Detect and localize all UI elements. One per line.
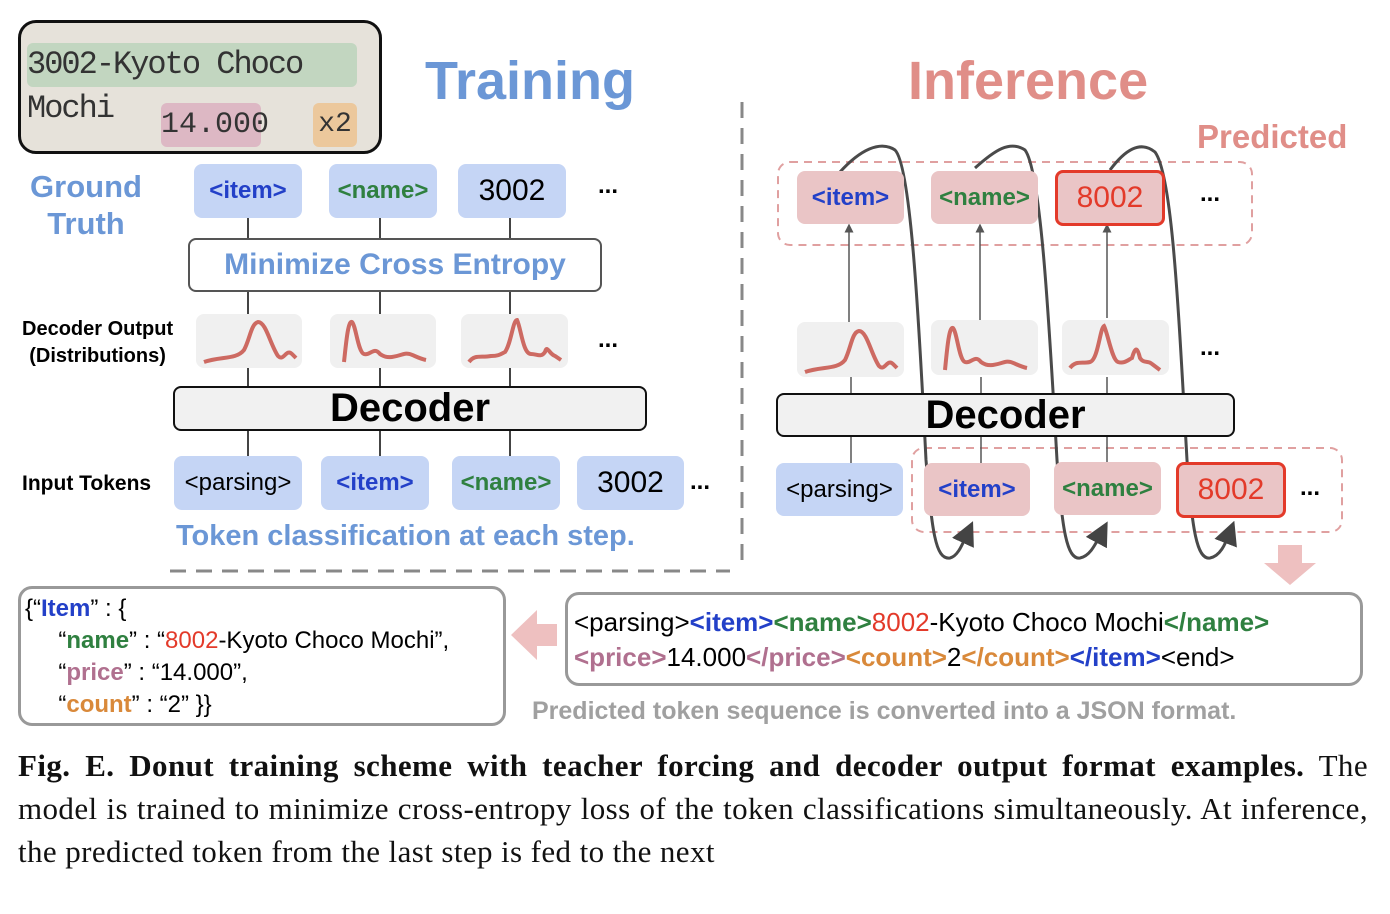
- distribution-plot: [461, 314, 568, 368]
- receipt-count: x2: [313, 103, 357, 147]
- text-segment: <name>: [773, 607, 872, 637]
- inf-input-token-item: <item>: [924, 463, 1030, 516]
- pred-token-item: <item>: [797, 171, 904, 224]
- receipt-price: 14.000: [161, 103, 269, 147]
- label-line: Ground: [30, 169, 142, 204]
- figure-caption: Fig. E. Donut training scheme with teach…: [18, 744, 1368, 873]
- left-arrow-icon: [511, 610, 557, 660]
- training-title: Training: [425, 51, 636, 111]
- pred-token-8002: 8002: [1055, 170, 1165, 226]
- text-segment: <count>: [845, 642, 947, 672]
- text-segment: </name>: [1163, 607, 1270, 637]
- receipt-image: 3002-Kyoto Choco Mochi 14.000 x2: [18, 20, 382, 154]
- text-segment: 14.000: [666, 642, 747, 672]
- text-segment: “: [25, 691, 67, 718]
- text-segment: count: [66, 691, 132, 718]
- text-segment: -Kyoto Choco Mochi: [929, 607, 1164, 637]
- text-segment: <parsing>: [574, 607, 690, 637]
- text-segment: ” : “: [129, 627, 166, 654]
- gt-token-3002: 3002: [458, 164, 566, 218]
- inf-input-token-parsing: <parsing>: [776, 463, 903, 516]
- receipt-name: 3002-Kyoto Choco Mochi: [27, 43, 357, 127]
- caption-title: Fig. E. Donut training scheme with teach…: [18, 748, 1305, 783]
- text-segment: ” : “14.000”,: [123, 659, 248, 686]
- text-segment: </price>: [746, 642, 846, 672]
- label-line: (Distributions): [29, 345, 166, 367]
- decoder-output-label: Decoder Output (Distributions): [22, 316, 173, 370]
- inf-input-token-name: <name>: [1054, 462, 1161, 515]
- text-segment: -Kyoto Choco Mochi”,: [218, 627, 450, 654]
- token-classification-note: Token classification at each step.: [176, 520, 635, 552]
- json-line: {“Item” : {: [25, 593, 503, 625]
- text-segment: price: [66, 659, 124, 686]
- text-segment: {“: [25, 595, 42, 622]
- donut-figure: 3002-Kyoto Choco Mochi 14.000 x2 Trainin…: [0, 0, 1390, 914]
- inf-input-token-8002: 8002: [1176, 462, 1286, 518]
- gt-token-name: <name>: [329, 164, 437, 218]
- json-output-box: {“Item” : { “name” : “8002-Kyoto Choco M…: [18, 586, 506, 726]
- json-line: “name” : “8002-Kyoto Choco Mochi”,: [25, 625, 503, 657]
- input-token-item: <item>: [321, 456, 429, 510]
- down-arrow-icon: [1264, 545, 1316, 585]
- text-segment: “: [25, 659, 67, 686]
- conversion-note: Predicted token sequence is converted in…: [532, 697, 1237, 725]
- text-segment: <item>: [689, 607, 774, 637]
- text-segment: <end>: [1160, 642, 1235, 672]
- text-segment: name: [66, 627, 130, 654]
- text-segment: <price>: [574, 642, 667, 672]
- inference-title: Inference: [908, 51, 1149, 111]
- ground-truth-label: Ground Truth: [28, 168, 144, 242]
- gt-ellipsis: ...: [598, 172, 619, 199]
- inf-input-ellipsis: ...: [1300, 474, 1321, 501]
- input-ellipsis: ...: [690, 468, 711, 495]
- json-line: “price” : “14.000”,: [25, 657, 503, 689]
- distribution-plot: [196, 314, 302, 368]
- input-token-name: <name>: [452, 456, 560, 510]
- distribution-ellipsis: ...: [1200, 334, 1221, 361]
- text-segment: ” : “2” }}: [131, 691, 212, 718]
- text-segment: 8002: [871, 607, 930, 637]
- pred-token-name: <name>: [931, 171, 1038, 224]
- inference-decoder: Decoder: [776, 393, 1235, 437]
- distribution-ellipsis: ...: [598, 326, 619, 353]
- training-decoder: Decoder: [173, 386, 647, 431]
- token-sequence-box: <parsing><item><name>8002-Kyoto Choco Mo…: [565, 592, 1363, 686]
- label-line: Decoder Output: [22, 318, 174, 340]
- gt-token-item: <item>: [194, 164, 302, 218]
- distribution-plot: [330, 314, 436, 368]
- text-segment: Item: [41, 595, 91, 622]
- loss-box: Minimize Cross Entropy: [188, 238, 602, 292]
- pred-ellipsis: ...: [1200, 180, 1221, 207]
- input-token-3002: 3002: [577, 456, 684, 510]
- text-segment: ” : {: [90, 595, 127, 622]
- predicted-label: Predicted: [1197, 118, 1348, 155]
- input-token-parsing: <parsing>: [174, 456, 302, 510]
- text-segment: 8002: [165, 627, 219, 654]
- sequence-line: <parsing><item><name>8002-Kyoto Choco Mo…: [574, 605, 1360, 640]
- distribution-plot: [931, 320, 1038, 375]
- text-segment: </count>: [961, 642, 1070, 672]
- text-segment: 2: [946, 642, 962, 672]
- distribution-plot: [1062, 320, 1169, 375]
- input-tokens-label: Input Tokens: [22, 472, 152, 495]
- distribution-plot: [797, 322, 904, 377]
- label-line: Truth: [47, 206, 125, 241]
- text-segment: </item>: [1069, 642, 1161, 672]
- text-segment: “: [25, 627, 67, 654]
- json-line: “count” : “2” }}: [25, 689, 503, 721]
- sequence-line: <price>14.000</price><count>2</count></i…: [574, 640, 1360, 675]
